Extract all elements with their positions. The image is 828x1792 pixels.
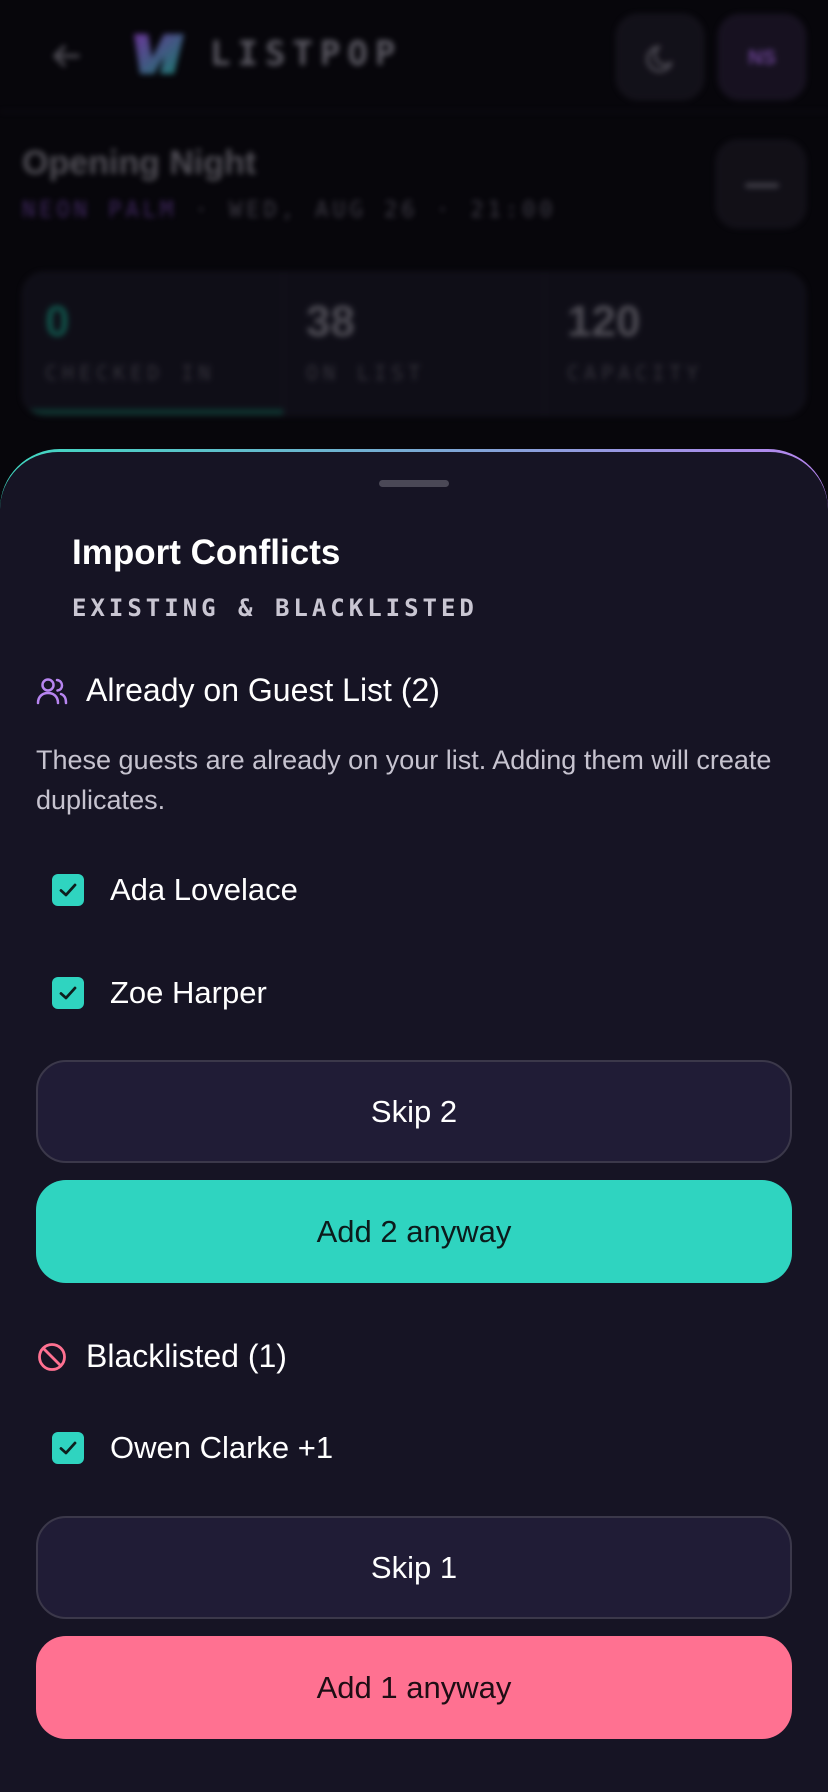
background-app: LISTPOP NS Opening Night NEON PALM · WED… [0, 0, 828, 480]
guest-checkbox-row[interactable]: Zoe Harper [52, 975, 267, 1011]
event-title: Opening Night [22, 144, 257, 182]
checked-in-progress-bar [23, 409, 283, 415]
event-venue: NEON PALM [22, 198, 178, 223]
avatar[interactable]: NS [718, 14, 806, 100]
checkbox[interactable] [52, 977, 84, 1009]
sheet-drag-handle[interactable] [379, 480, 449, 487]
add-existing-anyway-button[interactable]: Add 2 anyway [36, 1180, 792, 1283]
existing-description: These guests are already on your list. A… [36, 745, 772, 815]
section-heading-text: Blacklisted (1) [86, 1338, 287, 1374]
skip-blacklisted-button[interactable]: Skip 1 [36, 1516, 792, 1619]
guest-checkbox-row[interactable]: Ada Lovelace [52, 872, 298, 908]
check-icon [59, 1441, 77, 1455]
stat-capacity: 120 CAPACITY [545, 273, 805, 415]
skip-existing-button[interactable]: Skip 2 [36, 1060, 792, 1163]
stats-panel: 0 CHECKED IN 38 ON LIST 120 CAPACITY [22, 272, 806, 416]
back-arrow-icon[interactable] [48, 38, 84, 74]
guest-name: Owen Clarke +1 [110, 1430, 334, 1465]
checkbox[interactable] [52, 874, 84, 906]
sheet-subtitle: EXISTING & BLACKLISTED [72, 594, 478, 622]
check-icon [59, 883, 77, 897]
event-meta: NEON PALM · WED, AUG 26 · 21:00 [22, 198, 557, 223]
users-icon [36, 677, 68, 704]
stat-checked-in: 0 CHECKED IN [23, 273, 284, 415]
guest-name: Ada Lovelace [110, 872, 298, 907]
theme-toggle-button[interactable] [616, 14, 704, 100]
section-heading-text: Already on Guest List (2) [86, 672, 440, 708]
sheet-title: Import Conflicts [72, 533, 341, 572]
app-screen: LISTPOP NS Opening Night NEON PALM · WED… [0, 0, 828, 1792]
brand-name: LISTPOP [210, 34, 403, 74]
blacklisted-section-heading: Blacklisted (1) [36, 1338, 287, 1375]
guest-name: Zoe Harper [110, 975, 267, 1010]
guest-checkbox-row[interactable]: Owen Clarke +1 [52, 1430, 333, 1466]
event-datetime: · WED, AUG 26 · 21:00 [194, 198, 557, 223]
moon-icon [646, 45, 673, 73]
stat-value: 120 [567, 297, 641, 346]
ban-icon [38, 1342, 66, 1371]
stat-on-list: 38 ON LIST [284, 273, 545, 415]
stat-value: 0 [45, 297, 70, 346]
stat-label: CAPACITY [567, 361, 704, 385]
brand-logo [134, 34, 184, 74]
checkbox[interactable] [52, 1432, 84, 1464]
stat-label: CHECKED IN [45, 361, 216, 385]
top-bar: LISTPOP NS [0, 0, 828, 112]
more-menu-button[interactable] [716, 140, 806, 228]
existing-section-heading: Already on Guest List (2) [36, 672, 440, 709]
stat-value: 38 [306, 297, 355, 346]
stat-label: ON LIST [306, 361, 426, 385]
add-blacklisted-anyway-button[interactable]: Add 1 anyway [36, 1636, 792, 1739]
check-icon [59, 986, 77, 1000]
